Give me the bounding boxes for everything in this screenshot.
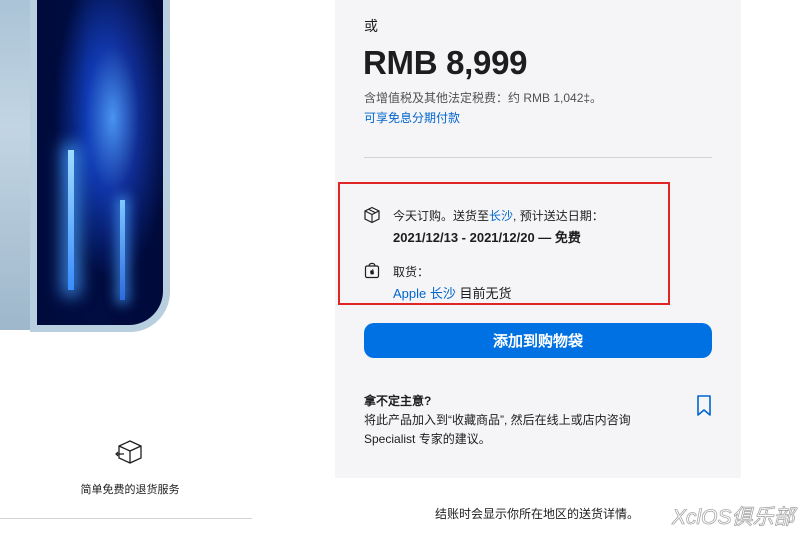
undecided-title: 拿不定主意? — [364, 394, 432, 408]
pickup-info: Apple 长沙 目前无货 — [393, 283, 512, 302]
screen-glow — [68, 150, 74, 290]
panel-divider — [364, 157, 712, 158]
bookmark-icon[interactable] — [695, 394, 713, 418]
tax-note: 含增值税及其他法定税费：约 RMB 1,042‡。 — [364, 91, 603, 105]
return-box-icon — [115, 440, 142, 464]
product-image — [0, 0, 180, 340]
screen-glow — [120, 200, 125, 300]
add-to-bag-button[interactable]: 添加到购物袋 — [364, 323, 712, 358]
delivery-info: 今天订购。送货至长沙, 预计送达日期： — [393, 207, 604, 224]
checkout-note: 结账时会显示你所在地区的送货详情。 — [435, 507, 640, 521]
phone-screen — [37, 0, 163, 325]
return-service: 简单免费的退货服务 — [60, 438, 200, 497]
price: RMB 8,999 — [363, 44, 528, 81]
divider — [0, 518, 252, 519]
box-icon — [364, 206, 380, 224]
delivery-suffix: , 预计送达日期： — [513, 209, 604, 223]
return-service-label: 简单免费的退货服务 — [80, 484, 180, 496]
undecided-body: 将此产品加入到“收藏商品”, 然后在线上或店内咨询 Specialist 专家的… — [364, 413, 631, 446]
watermark: XclOS俱乐部 — [672, 506, 795, 530]
apple-bag-icon — [364, 262, 380, 279]
delivery-city-link[interactable]: 长沙 — [489, 209, 513, 223]
delivery-prefix: 今天订购。送货至 — [393, 209, 490, 223]
installment-link[interactable]: 可享免息分期付款 — [364, 109, 460, 126]
or-text: 或 — [364, 18, 378, 34]
delivery-dates: 2021/12/13 - 2021/12/20 — 免费 — [393, 230, 581, 245]
pickup-label: 取货： — [393, 265, 430, 279]
pickup-status: 目前无货 — [459, 286, 512, 301]
pickup-store-link[interactable]: Apple 长沙 — [393, 286, 456, 301]
